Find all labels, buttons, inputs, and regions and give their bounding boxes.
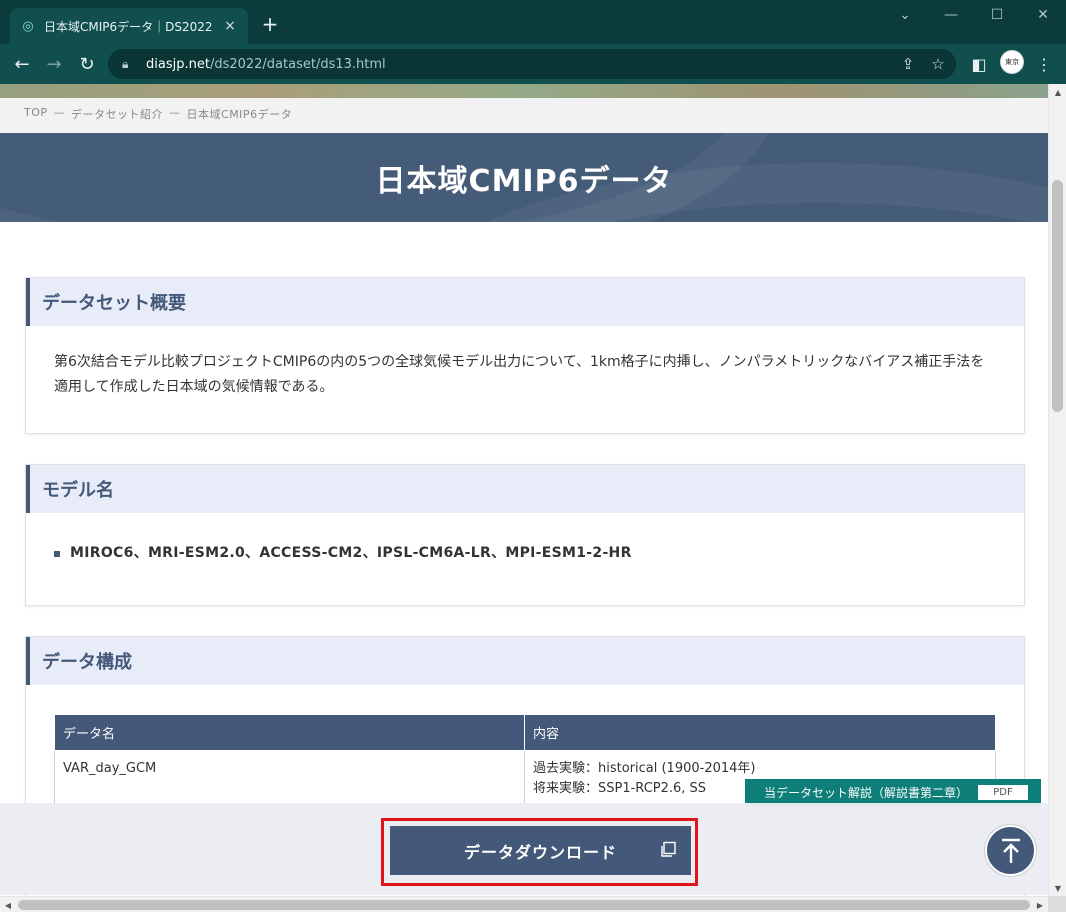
address-bar[interactable]: 🔒︎ diasjp.net/ds2022/dataset/ds13.html ⇪… [108,49,956,79]
profile-avatar[interactable]: 東京 [1000,50,1024,74]
minimize-icon[interactable]: — [928,0,974,30]
scroll-to-top-button[interactable] [985,825,1036,876]
scroll-left-arrow-icon[interactable]: ◀ [0,897,16,912]
breadcrumb-separator: — [53,106,66,119]
breadcrumb-current: 日本域CMIP6データ [186,108,293,121]
url-path: /ds2022/dataset/ds13.html [209,56,386,72]
horizontal-scroll-thumb[interactable] [18,900,1030,910]
arrow-up-icon [1001,838,1020,863]
horizontal-scrollbar[interactable]: ◀ ▶ [0,896,1048,912]
maximize-icon[interactable]: ☐ [974,0,1020,30]
scroll-right-arrow-icon[interactable]: ▶ [1032,897,1048,912]
model-list: MIROC6、MRI-ESM2.0、ACCESS-CM2、IPSL-CM6A-L… [70,545,632,561]
breadcrumb-datasets[interactable]: データセット紹介 [71,106,163,122]
forward-arrow-icon[interactable]: → [42,52,66,76]
globe-favicon-icon: ◎ [22,18,34,34]
browser-toolbar: ← → ↻ 🔒︎ diasjp.net/ds2022/dataset/ds13.… [0,44,1066,84]
bookmark-star-icon[interactable]: ☆ [926,52,950,76]
download-button-label: データダウンロード [463,842,617,862]
overview-text: 第6次結合モデル比較プロジェクトCMIP6の内の5つの全球気候モデル出力について… [54,354,985,395]
bullet-square [54,550,60,557]
share-icon[interactable]: ⇪ [896,52,920,76]
scroll-up-arrow-icon[interactable]: ▲ [1049,84,1066,100]
back-arrow-icon[interactable]: ← [10,52,34,76]
reload-icon[interactable]: ↻ [75,52,99,76]
scrollbar-corner [1048,896,1066,912]
lock-icon: 🔒︎ [122,56,129,71]
column-header-name: データ名 [54,714,525,751]
pdf-link-label: 当データセット解説（解説書第二章） [764,786,969,800]
pdf-tag: PDF [978,785,1029,800]
tab-search-chevron-icon[interactable]: ⌄ [882,0,928,30]
page-title: 日本域CMIP6データ [375,163,673,199]
models-card: モデル名 MIROC6、MRI-ESM2.0、ACCESS-CM2、IPSL-C… [25,464,1025,606]
overview-card: データセット概要 第6次結合モデル比較プロジェクトCMIP6の内の5つの全球気候… [25,277,1025,434]
dataset-pdf-link[interactable]: 当データセット解説（解説書第二章） PDF [745,779,1041,806]
structure-heading: データ構成 [26,637,1024,685]
list-item: MIROC6、MRI-ESM2.0、ACCESS-CM2、IPSL-CM6A-L… [54,541,996,566]
menu-kebab-icon[interactable]: ⋮ [1032,52,1056,76]
side-panel-icon[interactable]: ◧ [967,52,991,76]
tab-title: 日本域CMIP6データ｜DS2022 デ… [44,19,216,34]
breadcrumb-separator: — [169,106,181,119]
column-header-content: 内容 [524,714,996,751]
background-image-strip [0,84,1048,98]
external-window-icon [661,841,676,857]
vertical-scroll-thumb[interactable] [1052,180,1063,412]
scroll-down-arrow-icon[interactable]: ▼ [1049,880,1066,896]
tab-strip: ◎ 日本域CMIP6データ｜DS2022 デ… × + ⌄ — ☐ ✕ [0,0,1066,44]
page-hero: 日本域CMIP6データ [0,133,1048,222]
vertical-scrollbar[interactable]: ▲ ▼ [1048,84,1066,896]
tab-close-icon[interactable]: × [222,18,238,34]
models-heading: モデル名 [26,465,1024,513]
overview-heading: データセット概要 [26,278,1024,326]
page-viewport: TOP — データセット紹介 — 日本域CMIP6データ 日本域CMIP6データ… [0,84,1066,912]
data-download-button[interactable]: データダウンロード [390,826,691,875]
table-header-row: データ名 内容 [54,714,996,751]
content-line: 過去実験：historical (1900-2014年) [533,761,756,776]
breadcrumb-top[interactable]: TOP [24,106,48,122]
tab-active[interactable]: ◎ 日本域CMIP6データ｜DS2022 デ… × [10,8,248,44]
close-window-icon[interactable]: ✕ [1020,0,1066,30]
breadcrumb: TOP — データセット紹介 — 日本域CMIP6データ [24,106,292,122]
url-host: diasjp.net [146,56,210,72]
new-tab-button[interactable]: + [258,12,282,36]
